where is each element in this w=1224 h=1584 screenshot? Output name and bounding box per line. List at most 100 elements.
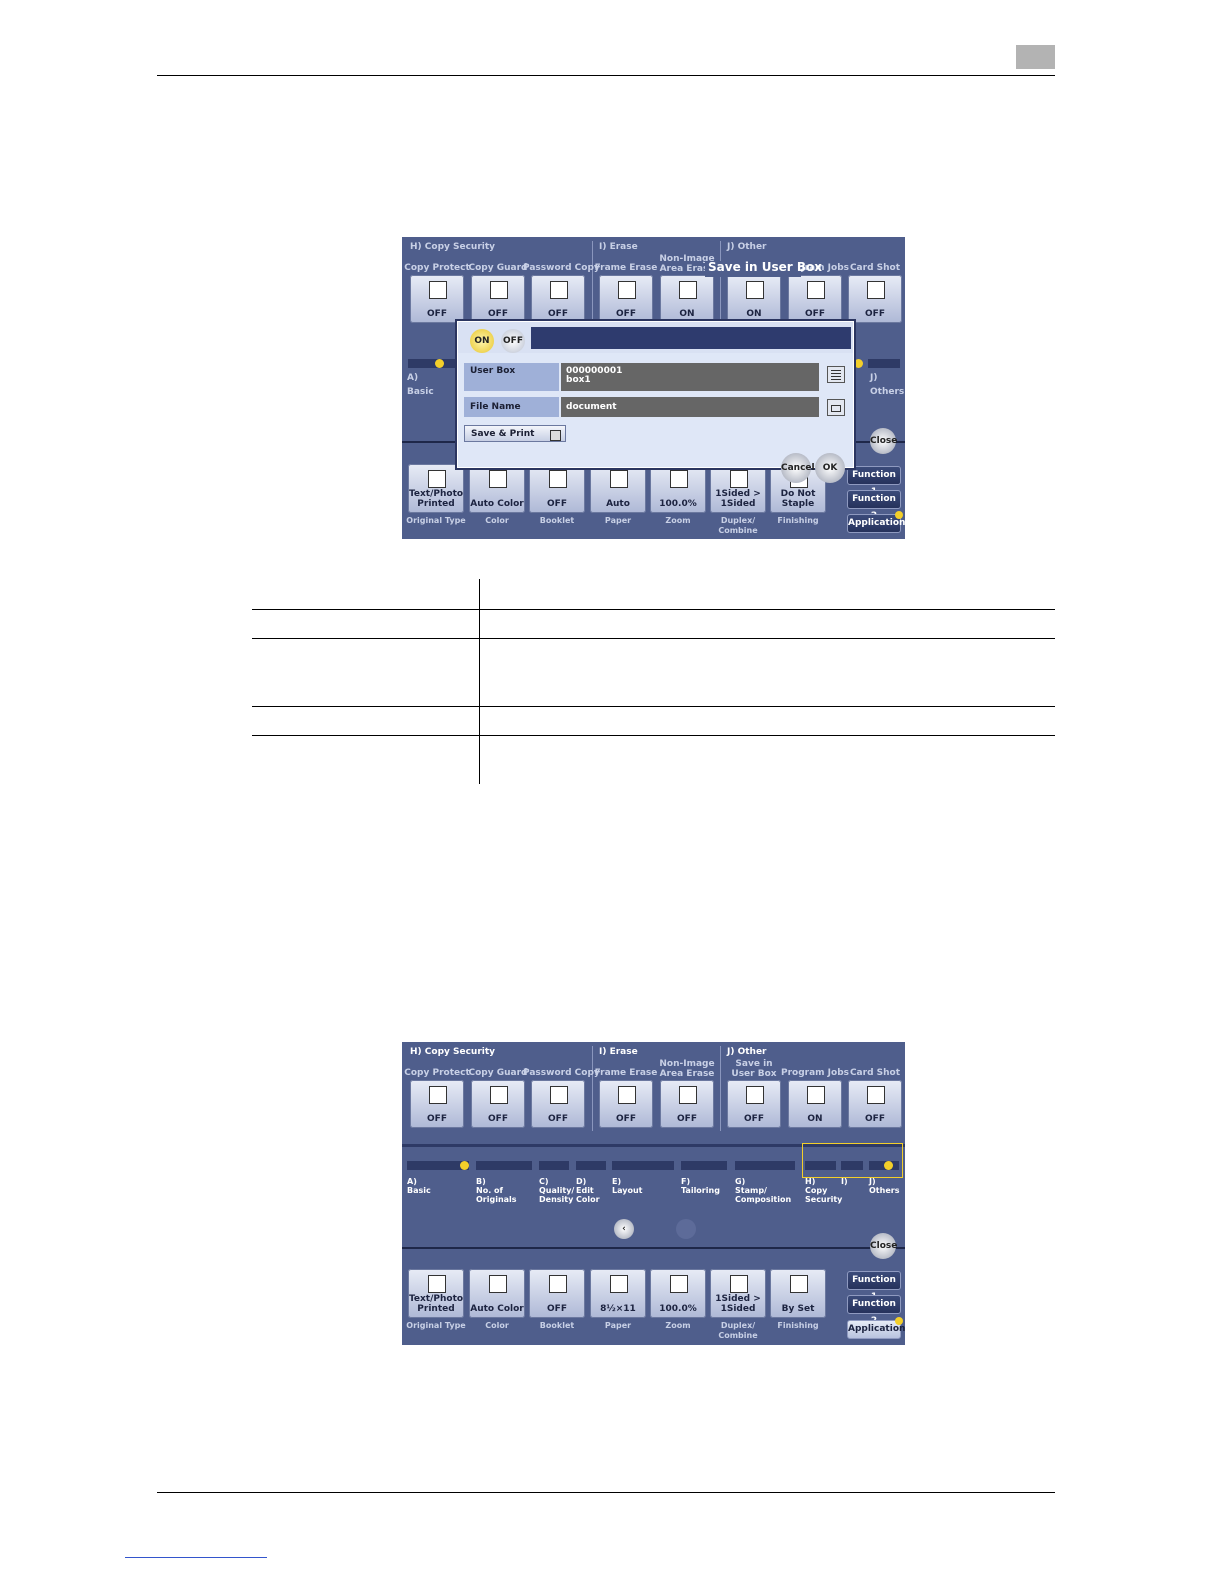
basic-setting-button[interactable]: Auto Color — [469, 1269, 525, 1318]
user-box-field[interactable]: 000000001 box1 — [561, 363, 819, 391]
function-value: OFF — [548, 309, 568, 319]
basic-setting-button[interactable]: OFF — [529, 464, 585, 513]
application-button[interactable]: Application — [847, 1320, 905, 1339]
close-button[interactable]: Close — [870, 1233, 897, 1259]
tab-label[interactable]: Copy Security — [805, 1186, 842, 1204]
basic-setting-button[interactable]: 100.0% — [650, 1269, 706, 1318]
user-box-icon — [746, 1086, 764, 1104]
function-button[interactable]: OFF — [531, 275, 585, 323]
function-label: Frame Erase — [594, 263, 658, 273]
tab-indicator[interactable] — [805, 1161, 836, 1170]
tab-label[interactable]: Edit Color — [576, 1186, 600, 1204]
non-image-erase-icon — [679, 1086, 697, 1104]
function-button[interactable]: OFF — [848, 275, 902, 323]
tab-indicator[interactable] — [841, 1161, 863, 1170]
screenshot-save-in-user-box: H) Copy Security I) Erase J) Other Copy … — [402, 237, 905, 539]
setting-value: By Set — [781, 1304, 815, 1314]
ok-button[interactable]: OK — [815, 453, 845, 483]
function-button[interactable]: OFF — [531, 1080, 585, 1128]
off-toggle[interactable]: OFF — [501, 329, 525, 353]
basic-setting-button[interactable]: By Set — [770, 1269, 826, 1318]
tab-others-label[interactable]: Others — [870, 387, 904, 397]
function-1-button[interactable]: Function 1 — [847, 1271, 901, 1302]
tab-label[interactable]: Layout — [612, 1186, 642, 1195]
function-value: OFF — [865, 1114, 885, 1124]
function-value: OFF — [744, 1114, 764, 1124]
basic-setting-button[interactable]: 8½×11 — [590, 1269, 646, 1318]
function-button[interactable]: OFF — [471, 1080, 525, 1128]
basic-setting-button[interactable]: 100.0% — [650, 464, 706, 513]
tab-indicator[interactable] — [735, 1161, 795, 1170]
tab-basic-label[interactable]: Basic — [407, 387, 434, 397]
program-jobs-icon — [807, 281, 825, 299]
cancel-button[interactable]: Cancel — [781, 453, 815, 483]
basic-setting-button[interactable]: Text/Photo Printed — [408, 1269, 464, 1318]
function-button[interactable]: ON — [788, 1080, 842, 1128]
setting-caption: Zoom — [665, 1321, 691, 1330]
basic-setting-button[interactable]: Auto — [590, 464, 646, 513]
scroll-left-button[interactable]: ‹ — [614, 1219, 634, 1239]
function-button[interactable]: OFF — [410, 275, 464, 323]
function-2-button[interactable]: Function 2 — [847, 1295, 901, 1326]
tab-indicator[interactable] — [612, 1161, 674, 1170]
function-button[interactable]: OFF — [599, 275, 653, 323]
file-name-field[interactable]: document — [561, 397, 819, 417]
tab-label[interactable]: Quality/ Density — [539, 1186, 574, 1204]
function-value: OFF — [427, 309, 447, 319]
function-button[interactable]: ON — [727, 275, 781, 323]
on-toggle[interactable]: ON — [470, 329, 494, 353]
function-1-button[interactable]: Function 1 — [847, 466, 901, 497]
user-box-icon — [746, 281, 764, 299]
header-rule — [157, 75, 1055, 76]
file-name-label: File Name — [464, 397, 559, 417]
tab-letter: F) — [681, 1177, 691, 1186]
setting-caption: Paper — [604, 1321, 632, 1330]
tab-indicator[interactable] — [681, 1161, 727, 1170]
tab-indicator[interactable] — [539, 1161, 569, 1170]
basic-setting-button[interactable]: Auto Color — [469, 464, 525, 513]
tab-label[interactable]: No. of Originals — [476, 1186, 517, 1204]
function-button[interactable]: OFF — [660, 1080, 714, 1128]
list-icon[interactable] — [827, 366, 845, 383]
setting-value: 100.0% — [659, 1304, 697, 1314]
tab-label[interactable]: Stamp/ Composition — [735, 1186, 791, 1204]
tab-indicator[interactable] — [576, 1161, 606, 1170]
function-button[interactable]: OFF — [599, 1080, 653, 1128]
setting-caption: Color — [485, 1321, 509, 1330]
tab-indicator[interactable] — [476, 1161, 532, 1170]
keyboard-icon[interactable] — [827, 399, 845, 416]
setting-value: Text/Photo Printed — [408, 489, 464, 509]
tab-letter: H) — [805, 1177, 816, 1186]
basic-setting-button[interactable]: 1Sided > 1Sided — [710, 1269, 766, 1318]
function-label: Password Copy — [523, 1068, 600, 1078]
function-button[interactable]: OFF — [788, 275, 842, 323]
function-button[interactable]: OFF — [727, 1080, 781, 1128]
user-box-label: User Box — [464, 363, 559, 391]
function-value: OFF — [488, 1114, 508, 1124]
setting-icon — [489, 1275, 507, 1293]
setting-value: Auto Color — [470, 1304, 524, 1314]
frame-erase-icon — [618, 1086, 636, 1104]
tab-label[interactable]: Tailoring — [681, 1186, 720, 1195]
screenshot-application-tab: H) Copy Security I) Erase J) Other Copy … — [402, 1042, 905, 1345]
setting-icon — [549, 470, 567, 488]
tab-label[interactable]: Basic — [407, 1186, 431, 1195]
user-box-name: box1 — [566, 375, 591, 385]
function-button[interactable]: OFF — [471, 275, 525, 323]
basic-setting-button[interactable]: Text/Photo Printed — [408, 464, 464, 513]
group-other: J) Other — [727, 242, 767, 252]
setting-icon — [790, 1275, 808, 1293]
function-button[interactable]: ON — [660, 275, 714, 323]
close-button[interactable]: Close — [870, 428, 897, 454]
basic-setting-button[interactable]: 1Sided > 1Sided — [710, 464, 766, 513]
copy-guard-icon — [490, 1086, 508, 1104]
card-shot-icon — [867, 281, 885, 299]
tab-label[interactable]: Others — [869, 1186, 899, 1195]
function-2-button[interactable]: Function 2 — [847, 490, 901, 521]
function-button[interactable]: OFF — [848, 1080, 902, 1128]
application-button[interactable]: Application — [847, 514, 905, 533]
function-value: OFF — [616, 1114, 636, 1124]
basic-setting-button[interactable]: OFF — [529, 1269, 585, 1318]
save-and-print-checkbox[interactable]: Save & Print — [464, 425, 566, 442]
function-button[interactable]: OFF — [410, 1080, 464, 1128]
